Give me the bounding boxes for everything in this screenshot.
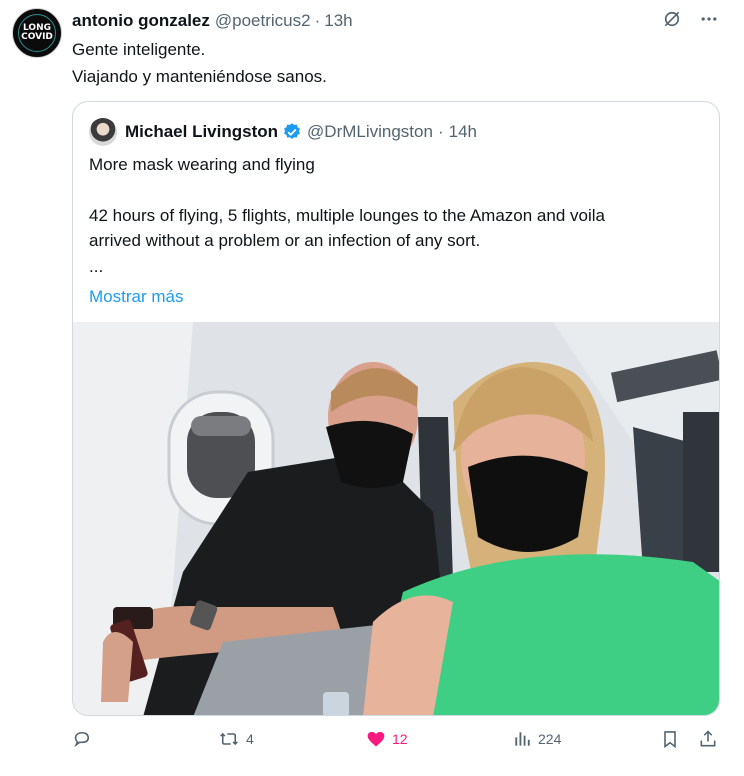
tweet-header: antonio gonzalez @poetricus2 · 13h [72,9,720,33]
author-name[interactable]: antonio gonzalez [72,11,210,31]
tweet-time[interactable]: 13h [324,11,352,31]
like-icon [366,729,386,749]
quoted-avatar[interactable] [89,118,117,146]
views-icon [512,729,532,749]
tweet-text-line: Viajando y manteniéndose sanos. [72,67,327,86]
share-button[interactable] [698,729,718,749]
quoted-handle[interactable]: @DrMLivingston [307,122,433,142]
quoted-text-line: 42 hours of flying, 5 flights, multiple … [89,205,605,225]
avatar-logo-line-2: COVID [21,32,53,42]
reply-button[interactable] [72,729,98,749]
reply-icon [72,729,92,749]
tweet-text: Gente inteligente. Viajando y manteniénd… [72,36,712,90]
share-icon [698,729,718,749]
views-button[interactable]: 224 [512,729,561,749]
bookmark-button[interactable] [660,729,680,749]
views-count: 224 [538,731,562,747]
like-count: 12 [392,731,408,747]
separator-dot: · [437,122,444,141]
avatar-logo-text: LONG COVID [21,24,53,42]
tweet-photo[interactable] [73,322,719,715]
quoted-text: More mask wearing and flying 42 hours of… [89,152,699,310]
quoted-header: Michael Livingston @DrMLivingston · 14h [89,118,477,146]
quoted-author-name[interactable]: Michael Livingston [125,122,278,142]
separator-dot: · [314,11,321,30]
retweet-count: 4 [246,731,254,747]
retweet-button[interactable]: 4 [218,729,254,749]
quoted-time[interactable]: 14h [449,122,477,142]
author-avatar[interactable]: LONG COVID [12,8,62,58]
header-icons [662,9,720,29]
tweet-text-line: Gente inteligente. [72,40,206,59]
author-handle[interactable]: @poetricus2 [215,11,311,31]
quoted-tweet[interactable]: Michael Livingston @DrMLivingston · 14h … [72,101,720,716]
quoted-text-ellipsis: ... [89,256,104,276]
grok-icon[interactable] [662,9,682,29]
bookmark-icon [660,729,680,749]
tweet[interactable]: LONG COVID antonio gonzalez @poetricus2 … [0,0,744,776]
more-icon[interactable] [698,9,720,29]
quoted-text-line: arrived without a problem or an infectio… [89,231,481,250]
like-button[interactable]: 12 [366,729,408,749]
quoted-text-line: More mask wearing and flying [89,155,315,174]
retweet-icon [218,729,240,749]
show-more-link[interactable]: Mostrar más [89,284,183,310]
action-bar: 4 12 224 [72,729,722,759]
verified-icon [282,122,302,142]
